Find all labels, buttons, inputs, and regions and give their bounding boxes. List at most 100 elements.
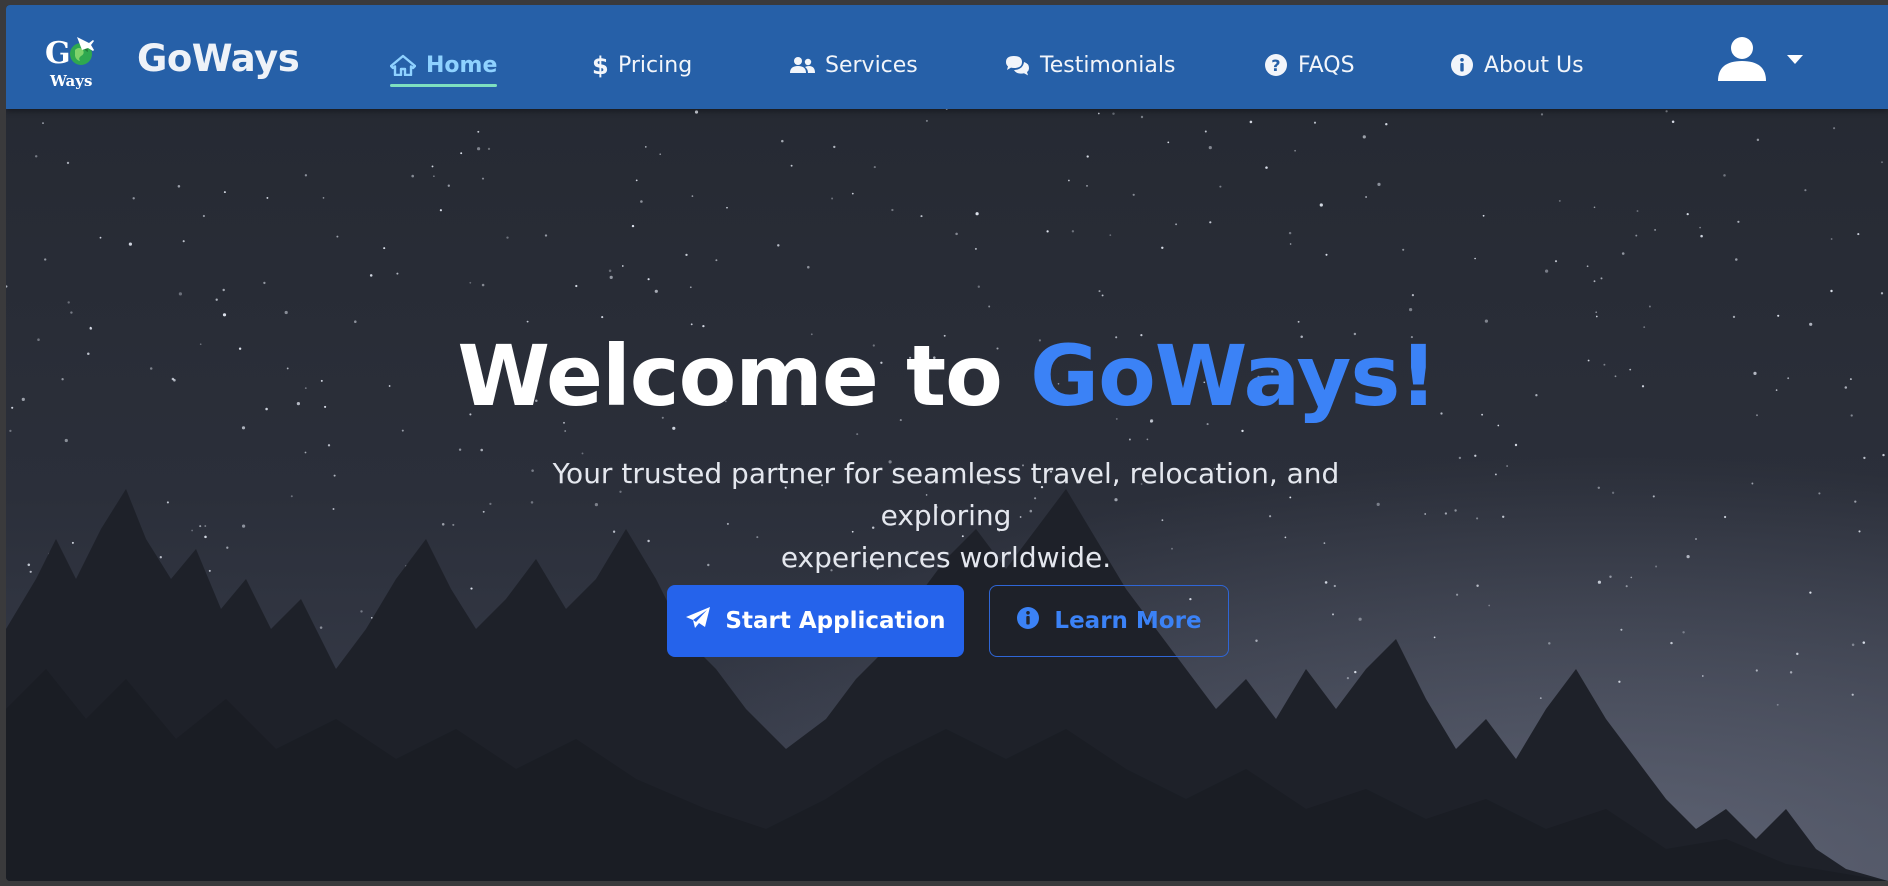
- star: [506, 236, 509, 239]
- star: [452, 523, 455, 526]
- star: [1071, 230, 1075, 233]
- star: [1863, 456, 1866, 460]
- star: [1755, 669, 1758, 672]
- star: [447, 184, 450, 187]
- star: [1128, 438, 1131, 441]
- star: [608, 269, 612, 273]
- star: [71, 541, 74, 544]
- comments-icon: [1004, 54, 1030, 76]
- star: [1881, 161, 1883, 164]
- star: [1167, 141, 1170, 144]
- nav-item-about-us-label: About Us: [1484, 52, 1584, 78]
- nav-item-pricing-label: Pricing: [618, 52, 693, 78]
- star: [177, 185, 181, 188]
- star: [691, 195, 694, 197]
- star: [1854, 500, 1857, 503]
- star: [1474, 454, 1477, 457]
- star: [1723, 174, 1726, 177]
- star: [1112, 112, 1115, 115]
- star: [1540, 113, 1544, 116]
- star: [360, 610, 363, 613]
- star: [1255, 639, 1258, 643]
- star: [1862, 641, 1866, 644]
- star: [396, 272, 399, 275]
- goways-globe-plane-logo-icon: G Ways: [45, 36, 94, 90]
- star: [1294, 149, 1296, 152]
- star: [202, 214, 205, 218]
- nav-item-home[interactable]: Home: [390, 49, 498, 87]
- learn-more-label: Learn More: [1054, 608, 1202, 634]
- user-icon: [1716, 35, 1768, 85]
- star: [44, 258, 47, 261]
- star: [222, 288, 225, 292]
- star: [601, 316, 604, 319]
- nav-item-about-us[interactable]: About Us: [1450, 49, 1584, 81]
- star: [1297, 320, 1300, 323]
- star: [1474, 257, 1476, 260]
- star: [226, 546, 229, 549]
- star: [290, 495, 293, 498]
- hero-title: Welcome to GoWays!: [6, 326, 1888, 426]
- paper-plane-icon: [685, 606, 711, 636]
- star: [29, 570, 32, 573]
- nav-item-testimonials-label: Testimonials: [1040, 52, 1176, 78]
- star: [1597, 580, 1601, 584]
- star: [1385, 123, 1388, 126]
- star: [781, 139, 784, 143]
- star: [1654, 228, 1657, 231]
- nav-item-pricing[interactable]: $ Pricing: [590, 49, 692, 81]
- nav-item-services[interactable]: Services: [789, 49, 918, 81]
- star: [631, 224, 635, 228]
- star: [1502, 515, 1505, 518]
- star: [191, 529, 193, 532]
- star: [1851, 693, 1854, 696]
- star: [1424, 513, 1427, 515]
- user-menu[interactable]: [1716, 35, 1816, 85]
- star: [66, 161, 70, 165]
- star: [1140, 115, 1144, 119]
- star: [873, 166, 876, 169]
- star: [644, 146, 647, 148]
- star: [477, 130, 480, 133]
- start-application-button[interactable]: Start Application: [667, 585, 964, 657]
- svg-text:$: $: [592, 52, 608, 78]
- star: [401, 429, 404, 432]
- star: [1700, 234, 1703, 238]
- star: [1833, 127, 1836, 130]
- star: [1402, 248, 1405, 251]
- star: [1635, 234, 1638, 237]
- star: [925, 119, 928, 122]
- star: [1851, 643, 1855, 647]
- star: [1882, 453, 1885, 457]
- goways-logo[interactable]: G Ways: [44, 33, 104, 90]
- star: [1484, 319, 1488, 323]
- star: [1600, 277, 1603, 280]
- star: [685, 253, 688, 257]
- star: [480, 448, 484, 452]
- star: [974, 247, 977, 250]
- star: [332, 508, 335, 510]
- star: [1558, 199, 1561, 202]
- star: [715, 259, 718, 262]
- star: [1086, 184, 1088, 187]
- learn-more-button[interactable]: Learn More: [989, 585, 1229, 657]
- star: [204, 525, 207, 527]
- nav-item-testimonials[interactable]: Testimonials: [1004, 49, 1175, 81]
- star: [242, 524, 246, 528]
- star: [790, 164, 793, 167]
- star: [159, 556, 162, 559]
- nav-item-faqs[interactable]: ? FAQS: [1264, 49, 1355, 81]
- star: [975, 212, 979, 216]
- star: [1175, 223, 1178, 226]
- star: [1621, 252, 1625, 255]
- star: [1671, 120, 1675, 123]
- star: [42, 122, 44, 124]
- brand-name[interactable]: GoWays: [137, 37, 300, 81]
- star: [1804, 189, 1807, 192]
- star: [1686, 555, 1690, 559]
- star: [460, 152, 463, 155]
- star: [1086, 155, 1089, 158]
- star: [1665, 110, 1668, 113]
- star: [1751, 482, 1754, 485]
- star: [1506, 465, 1508, 467]
